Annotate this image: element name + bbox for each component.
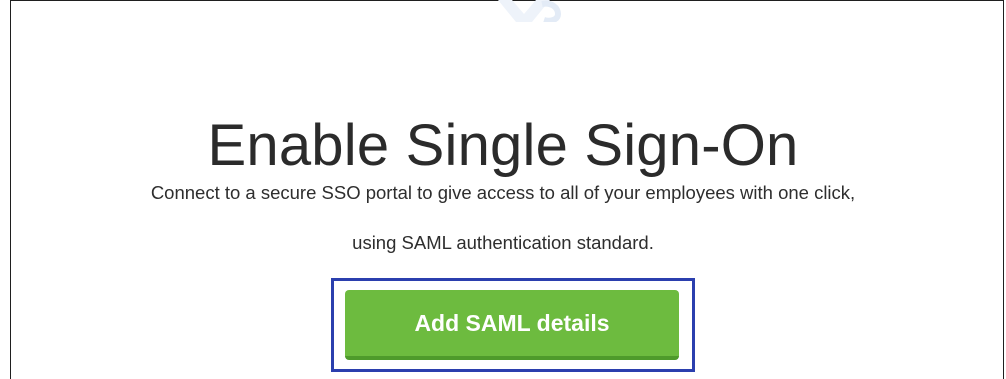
decorative-shape-icon	[492, 0, 562, 22]
add-saml-details-button[interactable]: Add SAML details	[345, 290, 679, 360]
page-title: Enable Single Sign-On	[207, 112, 799, 178]
description-line-2: using SAML authentication standard.	[352, 232, 654, 253]
description-line-1: Connect to a secure SSO portal to give a…	[150, 182, 856, 203]
